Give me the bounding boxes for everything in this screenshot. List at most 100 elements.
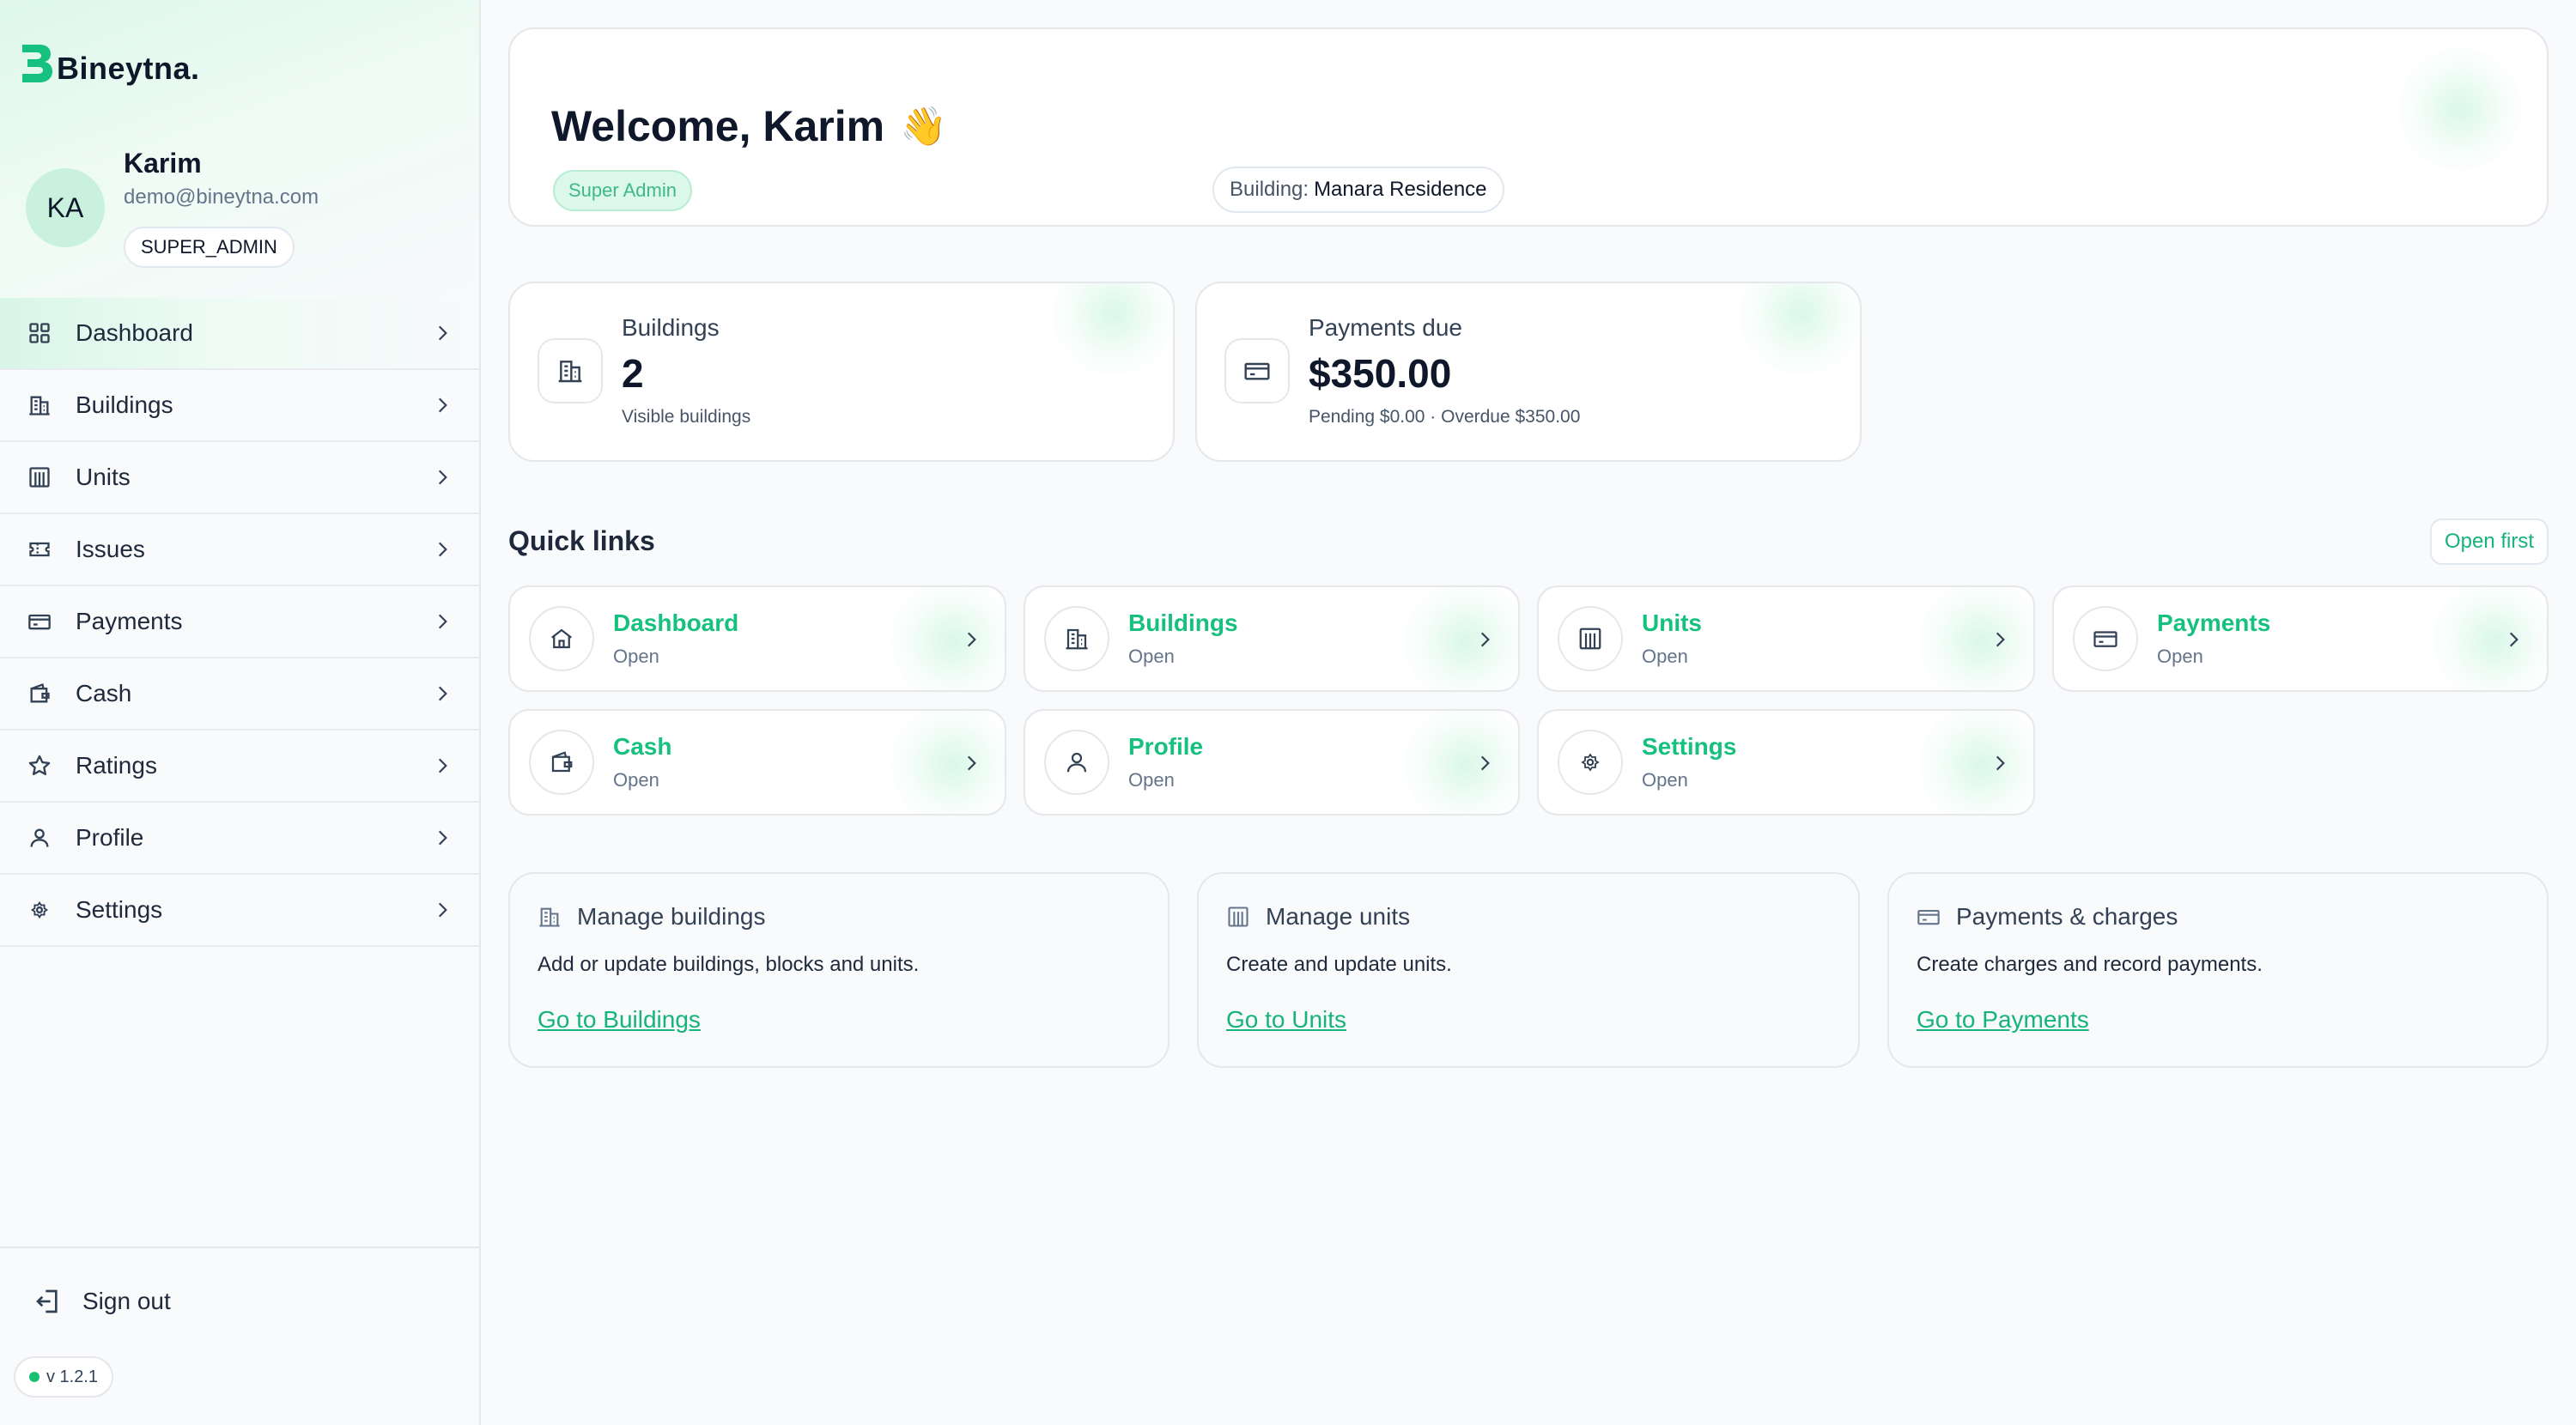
ql-title: Profile (1128, 733, 1204, 760)
ql-icon-box (1044, 606, 1109, 671)
status-dot (29, 1372, 39, 1382)
sidebar-item-label: Buildings (76, 391, 173, 418)
role-chip: Super Admin (553, 170, 692, 211)
chevron-right-icon (438, 902, 447, 918)
avatar[interactable]: KA (26, 168, 105, 247)
card-description: Add or update buildings, blocks and unit… (538, 953, 920, 976)
sidebar-item-profile[interactable]: Profile (0, 803, 479, 875)
quick-links-title: Quick links (508, 525, 655, 556)
card-header: Manage buildings (538, 903, 766, 931)
user-icon (30, 828, 49, 847)
go-to-buildings-link[interactable]: Go to Buildings (538, 1006, 701, 1034)
sidebar-item-payments[interactable]: Payments (0, 586, 479, 658)
card-icon (2093, 631, 2117, 647)
chevron-right-icon (967, 755, 976, 771)
card-description: Create and update units. (1226, 953, 1452, 976)
units-icon (1579, 628, 1601, 650)
open-first-button[interactable]: Open first (2430, 518, 2549, 565)
ql-icon-box (529, 606, 594, 671)
brand-logo[interactable]: Bineytna. (19, 38, 200, 89)
stat-icon-box (1224, 338, 1290, 403)
quick-link-profile[interactable]: Profile Open (1024, 709, 1520, 816)
ql-title: Dashboard (613, 609, 739, 636)
stat-label: Payments due (1309, 314, 1462, 341)
stat-icon-box (538, 338, 603, 403)
page-title: Welcome, Karim 👋 (551, 101, 947, 151)
chevron-right-icon (438, 397, 447, 413)
building-icon (558, 361, 582, 383)
sidebar-item-label: Ratings (76, 752, 157, 779)
ql-icon-box (2073, 606, 2138, 671)
card-header: Manage units (1226, 903, 1410, 931)
quick-link-payments[interactable]: Payments Open (2052, 585, 2549, 692)
building-icon (539, 907, 560, 927)
chevron-right-icon (1996, 632, 2005, 647)
sidebar-item-label: Dashboard (76, 319, 193, 346)
wave-emoji-icon: 👋 (900, 106, 947, 148)
ql-icon-box (1044, 730, 1109, 795)
sidebar-item-settings[interactable]: Settings (0, 875, 479, 947)
chevron-right-icon (438, 542, 447, 557)
ql-subtitle: Open (1128, 646, 1175, 667)
quick-link-buildings[interactable]: Buildings Open (1024, 585, 1520, 692)
decorative-glow (888, 711, 1005, 814)
chevron-right-icon (438, 614, 447, 629)
stat-subtext: Visible buildings (622, 407, 751, 427)
quick-link-cash[interactable]: Cash Open (508, 709, 1006, 816)
sidebar-item-dashboard[interactable]: Dashboard (0, 298, 479, 370)
chevron-right-icon (1480, 755, 1490, 771)
decorative-glow (2430, 587, 2547, 690)
chevron-right-icon (2509, 632, 2518, 647)
ticket-icon (29, 542, 50, 557)
card-description: Create charges and record payments. (1917, 953, 2263, 976)
building-selector[interactable]: Building: Manara Residence (1212, 167, 1504, 213)
card-icon (28, 614, 51, 630)
chevron-right-icon (967, 632, 976, 647)
ql-icon-box (1558, 606, 1623, 671)
decorative-glow (1917, 587, 2033, 690)
ql-title: Payments (2157, 609, 2271, 636)
ql-title: Buildings (1128, 609, 1238, 636)
card-icon (1917, 909, 1940, 925)
go-to-units-link[interactable]: Go to Units (1226, 1006, 1346, 1034)
sidebar-item-label: Units (76, 464, 131, 490)
ql-subtitle: Open (613, 646, 659, 667)
decorative-glow (1917, 711, 2033, 814)
stat-label: Buildings (622, 314, 720, 341)
card-title: Manage buildings (577, 903, 766, 930)
ql-icon-box (529, 730, 594, 795)
stat-value: 2 (622, 351, 644, 396)
quick-link-units[interactable]: Units Open (1537, 585, 2035, 692)
ql-title: Settings (1642, 733, 1737, 760)
building-icon (29, 396, 50, 415)
ql-subtitle: Open (1128, 769, 1175, 791)
welcome-text: Welcome, Karim (551, 102, 885, 150)
sidebar-item-ratings[interactable]: Ratings (0, 731, 479, 803)
sidebar-item-cash[interactable]: Cash (0, 658, 479, 731)
version-label: v 1.2.1 (46, 1367, 99, 1386)
card-header: Payments & charges (1917, 903, 2178, 931)
decorative-glow (1736, 283, 1860, 378)
stat-card-buildings: Buildings 2 Visible buildings (508, 282, 1175, 462)
sidebar-item-issues[interactable]: Issues (0, 514, 479, 586)
chevron-right-icon (438, 470, 447, 485)
quick-link-dashboard[interactable]: Dashboard Open (508, 585, 1006, 692)
building-value: Manara Residence (1314, 178, 1487, 201)
sidebar: Bineytna. KA Karim demo@bineytna.com SUP… (0, 0, 481, 1425)
chevron-right-icon (438, 758, 447, 773)
payments-charges-card: Payments & charges Create charges and re… (1887, 872, 2549, 1068)
sidebar-item-units[interactable]: Units (0, 442, 479, 514)
role-badge: SUPER_ADMIN (124, 227, 295, 268)
grid-icon (29, 323, 50, 343)
go-to-payments-link[interactable]: Go to Payments (1917, 1006, 2089, 1034)
sign-out-button[interactable]: Sign out (34, 1282, 171, 1320)
wallet-icon (551, 751, 573, 773)
brand-name: Bineytna. (57, 51, 200, 86)
sign-out-label: Sign out (82, 1288, 171, 1314)
building-label: Building: (1230, 178, 1309, 201)
sidebar-item-buildings[interactable]: Buildings (0, 370, 479, 442)
home-icon (551, 628, 572, 649)
gear-icon (1581, 753, 1600, 772)
quick-link-settings[interactable]: Settings Open (1537, 709, 2035, 816)
chevron-right-icon (1480, 632, 1490, 647)
